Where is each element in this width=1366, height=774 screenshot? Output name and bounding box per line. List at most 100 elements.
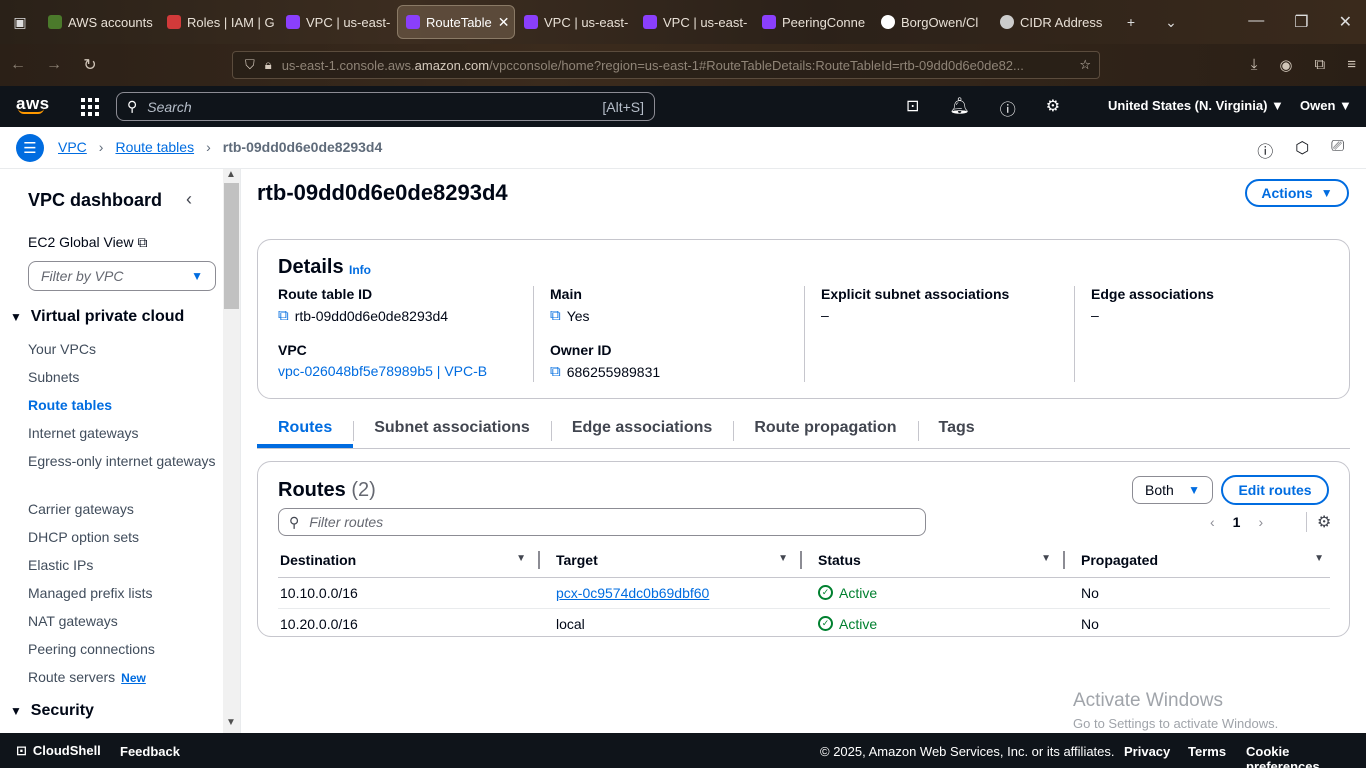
page-number[interactable]: 1: [1233, 514, 1241, 530]
actions-button[interactable]: Actions ▼: [1245, 179, 1349, 207]
shield-icon[interactable]: ⛉: [245, 57, 255, 73]
cloudshell-icon[interactable]: ⊡: [906, 96, 919, 120]
close-window-icon[interactable]: ✕: [1339, 12, 1352, 32]
table-row[interactable]: 10.20.0.0/16 local ✓ Active No: [278, 608, 1330, 639]
sidebar-item-elastic-ips[interactable]: Elastic IPs: [28, 553, 218, 581]
new-badge[interactable]: New: [121, 671, 146, 685]
table-settings-gear-icon[interactable]: ⚙: [1306, 512, 1331, 532]
breadcrumb-route-tables[interactable]: Route tables: [115, 139, 194, 155]
section-virtual-private-cloud[interactable]: ▼ Virtual private cloud: [10, 308, 184, 326]
vpc-link[interactable]: vpc-026048bf5e78989b5 | VPC-B: [278, 363, 487, 379]
info-icon[interactable]: ⓘ: [1257, 138, 1273, 162]
info-link[interactable]: Info: [349, 263, 371, 277]
filter-routes-input[interactable]: ⚲ Filter routes: [278, 508, 926, 536]
browser-tab[interactable]: BorgOwen/Cl: [873, 5, 991, 39]
cloudshell-button[interactable]: ⊡ CloudShell: [16, 743, 101, 759]
copy-icon[interactable]: ⧉: [550, 363, 561, 380]
bookmark-star-icon[interactable]: ☆: [1079, 57, 1099, 73]
scroll-up-icon[interactable]: ▲: [226, 169, 236, 180]
forward-icon[interactable]: →: [36, 56, 72, 74]
collapse-sidebar-icon[interactable]: ‹: [186, 189, 192, 210]
reload-icon[interactable]: ↻: [72, 55, 108, 75]
sidebar-item-peering-connections[interactable]: Peering connections: [28, 637, 218, 665]
sidebar-item-route-tables[interactable]: Route tables: [28, 393, 218, 421]
browser-tab[interactable]: CIDR Address: [992, 5, 1110, 39]
sort-caret-icon[interactable]: ▼: [1041, 553, 1051, 564]
url-field[interactable]: ⛉ 🔒︎ us-east-1.console.aws.amazon.com/vp…: [232, 51, 1100, 79]
lock-icon[interactable]: 🔒︎: [265, 57, 272, 73]
ec2-global-view-link[interactable]: EC2 Global View ⧉: [28, 234, 147, 251]
privacy-link[interactable]: Privacy: [1124, 744, 1170, 759]
aws-logo[interactable]: aws: [16, 94, 50, 114]
region-selector[interactable]: United States (N. Virginia) ▼: [1108, 98, 1284, 113]
gear-icon[interactable]: ⚙: [1046, 96, 1060, 120]
prev-page-icon[interactable]: ‹: [1210, 514, 1215, 530]
close-tab-icon[interactable]: ✕: [498, 14, 510, 31]
sidebar-scrollbar-thumb[interactable]: [224, 183, 239, 309]
tab-tags[interactable]: Tags: [917, 411, 996, 448]
column-header-target[interactable]: Target ▼: [540, 543, 802, 578]
sidebar-item-nat-gateways[interactable]: NAT gateways: [28, 609, 218, 637]
hexagon-icon[interactable]: ⬡: [1295, 138, 1309, 162]
copy-icon[interactable]: ⧉: [550, 307, 561, 324]
sidebar-item-your-vpcs[interactable]: Your VPCs: [28, 337, 218, 365]
restore-icon[interactable]: ❐: [1294, 12, 1308, 32]
hamburger-menu-icon[interactable]: ☰: [16, 134, 44, 162]
tab-favicon: [643, 15, 657, 29]
column-header-destination[interactable]: Destination ▼: [278, 543, 540, 578]
sidebar-item-route-servers[interactable]: Route servers New: [28, 665, 218, 693]
breadcrumb-vpc[interactable]: VPC: [58, 139, 87, 155]
help-icon[interactable]: ⓘ: [1000, 96, 1016, 120]
browser-tab-active[interactable]: RouteTable ✕: [397, 5, 515, 39]
tab-subnet-associations[interactable]: Subnet associations: [353, 411, 551, 448]
tab-list-chevron-icon[interactable]: ⌄: [1151, 0, 1191, 44]
browser-tab[interactable]: VPC | us-east-: [635, 5, 753, 39]
download-icon[interactable]: ⤓: [1251, 56, 1258, 74]
bell-icon[interactable]: 🔔︎: [949, 96, 969, 120]
minimize-icon[interactable]: —: [1248, 12, 1264, 32]
sidebar-item-subnets[interactable]: Subnets: [28, 365, 218, 393]
peering-connection-link[interactable]: pcx-0c9574dc0b69dbf60: [556, 585, 709, 601]
next-page-icon[interactable]: ›: [1258, 514, 1263, 530]
cookie-preferences-link[interactable]: Cookie preferences: [1246, 744, 1366, 774]
column-header-status[interactable]: Status ▼: [802, 543, 1065, 578]
new-tab-icon[interactable]: +: [1111, 0, 1151, 44]
browser-tab[interactable]: VPC | us-east-: [278, 5, 396, 39]
tab-routes[interactable]: Routes: [257, 411, 354, 448]
feedback-link[interactable]: Feedback: [120, 744, 180, 759]
sidebar-item-dhcp-option-sets[interactable]: DHCP option sets: [28, 525, 218, 553]
sidebar-item-managed-prefix-lists[interactable]: Managed prefix lists: [28, 581, 218, 609]
sidebar-title[interactable]: VPC dashboard: [28, 190, 162, 211]
browser-tab[interactable]: AWS accounts: [40, 5, 158, 39]
sidebar-item-internet-gateways[interactable]: Internet gateways: [28, 421, 218, 449]
tab-route-propagation[interactable]: Route propagation: [733, 411, 917, 448]
sidebar-item-egress-only-internet-gateways[interactable]: Egress-only internet gateways: [28, 449, 218, 497]
back-icon[interactable]: ←: [0, 56, 36, 74]
copy-icon[interactable]: ⧉: [278, 307, 289, 324]
services-grid-icon[interactable]: [81, 98, 99, 116]
browser-tab[interactable]: Roles | IAM | G: [159, 5, 277, 39]
edit-routes-button[interactable]: Edit routes: [1221, 475, 1329, 505]
section-security[interactable]: ▼ Security: [10, 702, 94, 720]
main-value: ⧉ Yes: [550, 307, 590, 324]
sort-caret-icon[interactable]: ▼: [1314, 553, 1324, 564]
sort-caret-icon[interactable]: ▼: [778, 553, 788, 564]
vpc-filter-select[interactable]: Filter by VPC ▼: [28, 261, 216, 291]
tab-edge-associations[interactable]: Edge associations: [550, 411, 734, 448]
route-filter-select[interactable]: Both ▼: [1132, 476, 1213, 504]
scroll-down-icon[interactable]: ▼: [226, 717, 236, 728]
browser-tab[interactable]: VPC | us-east-: [516, 5, 634, 39]
terms-link[interactable]: Terms: [1188, 744, 1226, 759]
sidebar-item-carrier-gateways[interactable]: Carrier gateways: [28, 497, 218, 525]
screen-icon[interactable]: ⎚: [1331, 138, 1344, 162]
account-icon[interactable]: ◉: [1279, 56, 1292, 74]
extensions-icon[interactable]: ⧉: [1315, 56, 1326, 74]
table-row[interactable]: 10.10.0.0/16 pcx-0c9574dc0b69dbf60 ✓ Acti…: [278, 577, 1330, 609]
user-menu[interactable]: Owen ▼: [1300, 98, 1352, 113]
menu-icon[interactable]: ≡: [1347, 56, 1356, 74]
column-header-propagated[interactable]: Propagated ▼: [1065, 543, 1330, 578]
search-input[interactable]: ⚲ Search [Alt+S]: [116, 92, 655, 121]
tab-actions-icon[interactable]: ▣: [0, 0, 40, 44]
browser-tab[interactable]: PeeringConne: [754, 5, 872, 39]
sort-caret-icon[interactable]: ▼: [516, 553, 526, 564]
